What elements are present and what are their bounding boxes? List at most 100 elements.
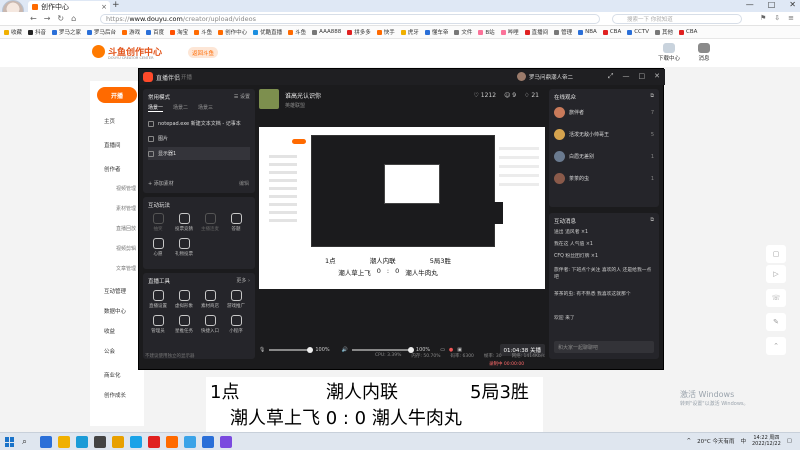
viewer-item[interactable]: 旅伴者 7 (554, 107, 654, 118)
taskbar-app-icon[interactable] (76, 436, 88, 448)
bookmark-item[interactable]: B站 (478, 28, 495, 36)
bookmark-item[interactable]: 斗鱼 (288, 28, 306, 36)
bookmark-item[interactable]: CBA (679, 29, 697, 35)
tool-fullscreen-icon[interactable]: ⤢ (608, 72, 614, 81)
sidebar-subitem[interactable]: 直播回放 (116, 225, 136, 232)
tool-item[interactable]: 答题 (223, 213, 249, 232)
maximize-button[interactable]: □ (768, 0, 776, 9)
bookmark-item[interactable]: 优酷直播 (253, 28, 282, 36)
source-item[interactable]: notepad.exe 新建文本文档 - 记事本 (148, 117, 250, 130)
source-item[interactable]: 显示器1 (148, 147, 250, 160)
taskbar-app-icon[interactable] (130, 436, 142, 448)
bookmark-item[interactable]: 直播间 (524, 28, 548, 36)
bookmark-item[interactable]: 百度 (146, 28, 164, 36)
url-input[interactable]: https:// www.douyu.com /creator/upload/v… (100, 14, 600, 24)
sidebar-item[interactable]: 主页 (104, 117, 115, 125)
taskbar-app-icon[interactable] (94, 436, 106, 448)
tool-item[interactable]: 游戏推广 (223, 290, 249, 309)
sidebar-item[interactable]: 创作成长 (104, 391, 126, 399)
browser-tab[interactable]: 创作中心 × (28, 1, 110, 12)
tool-item[interactable]: 管理员 (145, 315, 171, 334)
back-to-douyu-button[interactable]: 返回斗鱼 (188, 47, 218, 58)
float-feedback-icon[interactable]: ✎ (766, 313, 786, 331)
bookmark-item[interactable]: 其他 (655, 28, 673, 36)
taskbar-search-icon[interactable]: ⌕ (22, 437, 27, 447)
float-video-icon[interactable]: ▷ (766, 265, 786, 283)
scene-tab-1[interactable]: 场景一 (148, 104, 164, 112)
viewer-item[interactable]: 活泼无敌小帅哥王 5 (554, 129, 654, 140)
tool-item[interactable]: 主播连麦 (197, 213, 223, 232)
tools-more-button[interactable]: 更多 › (236, 277, 250, 284)
tool-item[interactable]: 抽奖 (145, 213, 171, 232)
taskbar-app-icon[interactable] (112, 436, 124, 448)
bookmark-item[interactable]: 收藏 (4, 28, 22, 36)
add-source-button[interactable]: + 添加素材 (148, 180, 174, 187)
edit-sources-button[interactable]: 编辑 (239, 180, 249, 187)
sidebar-item[interactable]: 数据中心 (104, 307, 126, 315)
tool-item[interactable]: 小程序 (223, 315, 249, 334)
bookmark-item[interactable]: 斗鱼 (194, 28, 212, 36)
bookmark-item[interactable]: NBA (578, 29, 597, 35)
browser-search-input[interactable]: 搜索一下 你就知道 (612, 14, 742, 24)
bookmark-item[interactable]: 创作中心 (218, 28, 247, 36)
float-top-icon[interactable]: ⌃ (766, 337, 786, 355)
bookmark-item[interactable]: 懂车帝 (424, 28, 448, 36)
speaker-volume-slider[interactable] (351, 347, 414, 353)
scene-tab-2[interactable]: 场景二 (173, 104, 188, 112)
extensions-icon[interactable]: ⚑ (760, 14, 766, 22)
sidebar-item[interactable]: 商业化 (104, 371, 121, 379)
tool-item[interactable]: 星推任务 (171, 315, 197, 334)
scene-tab-3[interactable]: 场景三 (198, 104, 213, 112)
messages[interactable]: 消息 (698, 43, 710, 62)
clock[interactable]: 14:22 周四 2022/12/22 (752, 435, 781, 447)
forward-icon[interactable]: → (44, 14, 51, 23)
stream-cover[interactable] (259, 89, 279, 109)
tool-maximize-icon[interactable]: □ (639, 72, 646, 81)
taskbar-app-icon[interactable] (148, 436, 160, 448)
bookmark-item[interactable]: 罗马之家 (52, 28, 81, 36)
start-button[interactable] (5, 437, 15, 447)
new-tab-button[interactable]: + (112, 0, 120, 10)
sidebar-item[interactable]: 收益 (104, 327, 115, 335)
tool-item[interactable]: 直播设置 (145, 290, 171, 309)
microphone-icon[interactable]: 🎙 (259, 347, 265, 353)
stream-preview[interactable]: 1点 潮人内联 5局3胜 潮人草上飞 0 : 0 潮人牛肉丸 (259, 127, 545, 289)
speaker-icon[interactable]: 🔊 (342, 347, 348, 353)
bookmark-item[interactable]: CCTV (627, 29, 649, 35)
sidebar-subitem[interactable]: 素材管理 (116, 205, 136, 212)
taskbar-app-icon[interactable] (40, 436, 52, 448)
tool-item[interactable]: 快捷入口 (197, 315, 223, 334)
bookmark-item[interactable]: 快手 (376, 28, 395, 36)
bookmark-item[interactable]: 哔哩 (500, 28, 519, 36)
viewer-item[interactable]: 茶茶的虫 1 (554, 173, 654, 184)
sidebar-item[interactable]: 创作者 (104, 165, 121, 173)
menu-icon[interactable]: ≡ (788, 14, 794, 22)
bookmark-item[interactable]: AAA888 (312, 29, 341, 35)
home-icon[interactable]: ⌂ (71, 14, 76, 23)
viewers-popout-icon[interactable]: ⧉ (650, 93, 654, 99)
tool-item[interactable]: 虚拟形象 (171, 290, 197, 309)
start-live-button[interactable]: 开播 (97, 87, 137, 103)
tray-expand-icon[interactable]: ^ (687, 438, 692, 444)
chat-popout-icon[interactable]: ⧉ (650, 217, 654, 223)
scene-settings-button[interactable]: ☰ 设置 (234, 93, 250, 100)
chat-input[interactable]: 和大家一起聊聊吧 (554, 341, 654, 353)
taskbar-app-icon[interactable] (202, 436, 214, 448)
input-method[interactable]: 中 (740, 437, 746, 445)
source-item[interactable]: 图片 (148, 132, 250, 145)
stream-category[interactable]: 英雄联盟 (285, 102, 305, 109)
sidebar-item[interactable]: 互动管理 (104, 287, 126, 295)
bookmark-item[interactable]: 罗马后台 (87, 28, 116, 36)
bookmark-item[interactable]: 虎牙 (400, 28, 419, 36)
taskbar-app-icon[interactable] (166, 436, 178, 448)
refresh-icon[interactable]: ↻ (57, 14, 64, 23)
download-center[interactable]: 下载中心 (658, 43, 680, 62)
taskbar-app-icon[interactable] (184, 436, 196, 448)
tool-minimize-icon[interactable]: — (623, 72, 630, 81)
tool-close-icon[interactable]: ✕ (654, 72, 660, 81)
bookmark-item[interactable]: 抖音 (28, 28, 46, 36)
download-icon[interactable]: ⇩ (774, 14, 780, 22)
sidebar-item[interactable]: 直播间 (104, 141, 121, 149)
tool-item[interactable]: 投票竞猜 (171, 213, 197, 232)
tool-user[interactable]: 罗马问鼎潮人帝二 (517, 72, 573, 81)
